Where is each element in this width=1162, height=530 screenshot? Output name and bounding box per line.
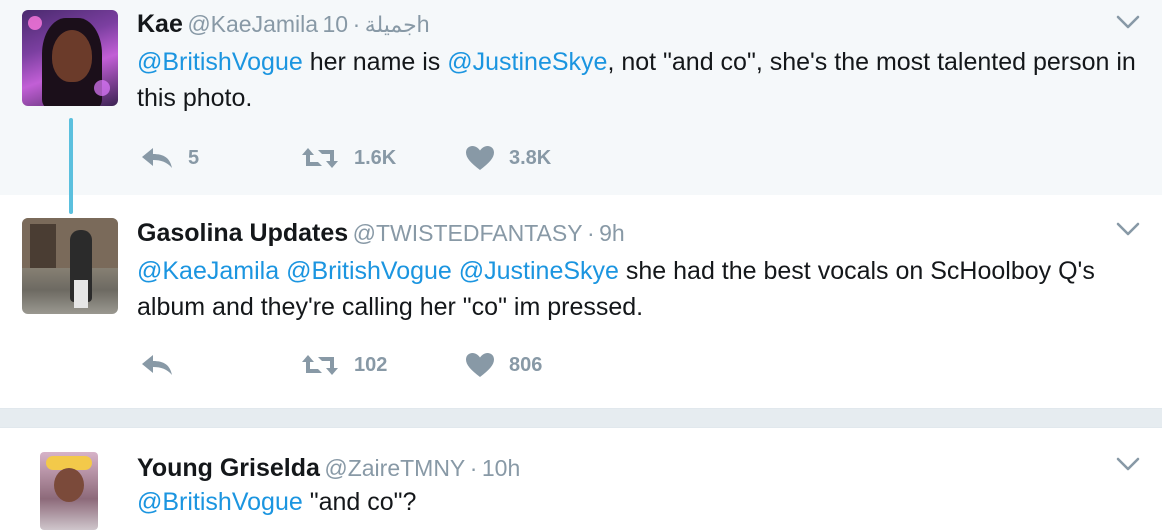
reply-icon: [142, 355, 172, 375]
avatar[interactable]: [22, 10, 118, 106]
tweet-text: @BritishVogue "and co"?: [137, 484, 1147, 520]
username[interactable]: @ZaireTMNY: [324, 455, 465, 481]
tweet-text-segment: her name is: [302, 48, 448, 76]
username-extra: جميلة: [364, 13, 417, 38]
tweet-text: @KaeJamila @BritishVogue @JustineSkye sh…: [137, 253, 1147, 325]
timestamp[interactable]: 10h: [482, 455, 520, 481]
conversation-divider: [0, 408, 1162, 428]
mention-link[interactable]: @BritishVogue: [137, 48, 303, 76]
mention-link[interactable]: @BritishVogue: [137, 488, 303, 516]
avatar-face: [52, 30, 92, 82]
display-name[interactable]: Gasolina Updates: [137, 219, 348, 247]
retweet-button[interactable]: 102: [300, 350, 387, 380]
retweet-icon: [302, 148, 338, 168]
avatar[interactable]: [22, 218, 118, 314]
avatar-person: [74, 280, 88, 308]
tweet-header: Gasolina Updates @TWISTEDFANTASY · 9h: [137, 219, 625, 248]
separator: ·: [587, 220, 595, 246]
chevron-down-icon[interactable]: [1116, 14, 1140, 30]
username[interactable]: @KaeJamila: [187, 11, 318, 37]
tweet-kae[interactable]: Kae @KaeJamila جميلة · 10h @BritishVogue…: [0, 0, 1162, 195]
reply-icon: [142, 148, 172, 168]
reply-button[interactable]: 5: [140, 143, 199, 173]
avatar-filter-sparkle: [94, 80, 110, 96]
heart-icon: [466, 146, 494, 170]
avatar[interactable]: [40, 452, 98, 530]
heart-icon: [466, 353, 494, 377]
retweet-count: 102: [354, 353, 388, 376]
avatar-filter-sparkle: [28, 16, 42, 30]
reply-button[interactable]: [140, 350, 174, 380]
like-count: 3.8K: [509, 146, 552, 169]
tweet-young-griselda[interactable]: Young Griselda @ZaireTMNY · 10h @British…: [0, 428, 1162, 530]
retweet-button[interactable]: 1.6K: [300, 143, 396, 173]
username[interactable]: @TWISTEDFANTASY: [353, 220, 583, 246]
avatar-background: [30, 224, 56, 268]
tweet-header: Young Griselda @ZaireTMNY · 10h: [137, 454, 520, 483]
like-button[interactable]: 806: [465, 350, 542, 380]
tweet-header: Kae @KaeJamila جميلة · 10h: [137, 10, 430, 39]
separator: ·: [352, 11, 361, 37]
tweet-text-segment: "and co"?: [302, 488, 417, 516]
separator: ·: [469, 455, 478, 481]
like-count: 806: [509, 353, 543, 376]
avatar-face: [54, 468, 84, 502]
chevron-down-icon[interactable]: [1116, 221, 1140, 237]
mention-link[interactable]: @JustineSkye: [447, 48, 607, 76]
tweet-text: @BritishVogue her name is @JustineSkye, …: [137, 44, 1147, 116]
mention-link[interactable]: @KaeJamila: [137, 257, 279, 285]
reply-count: 5: [188, 146, 200, 169]
retweet-icon: [302, 355, 338, 375]
display-name[interactable]: Young Griselda: [137, 454, 320, 482]
display-name[interactable]: Kae: [137, 10, 183, 38]
tweet-gasolina-updates[interactable]: Gasolina Updates @TWISTEDFANTASY · 9h @K…: [0, 195, 1162, 408]
retweet-count: 1.6K: [354, 146, 397, 169]
mention-link[interactable]: @JustineSkye: [459, 257, 619, 285]
thread-connector: [69, 118, 73, 214]
mention-link[interactable]: @BritishVogue: [286, 257, 452, 285]
chevron-down-icon[interactable]: [1116, 456, 1140, 472]
like-button[interactable]: 3.8K: [465, 143, 551, 173]
timestamp[interactable]: 9h: [599, 220, 625, 246]
